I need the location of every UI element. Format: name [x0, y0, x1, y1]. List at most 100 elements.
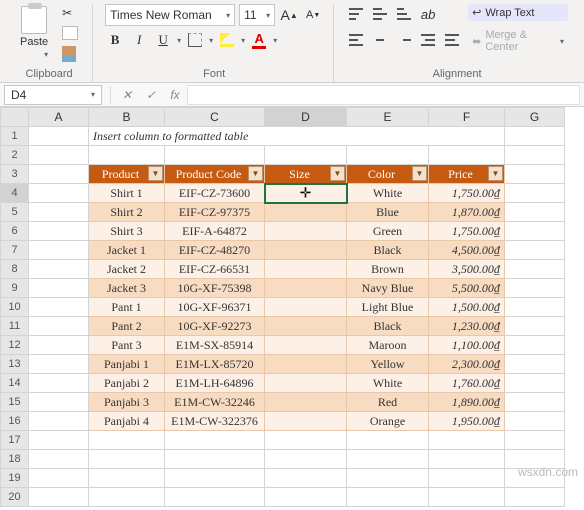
chevron-down-icon[interactable]: ▾ [209, 36, 213, 45]
merge-center-button[interactable]: ⬌ Merge & Center ▾ [468, 27, 568, 55]
cell[interactable] [89, 488, 165, 507]
code-cell[interactable]: E1M-CW-32246 [165, 393, 265, 412]
product-cell[interactable]: Shirt 3 [89, 222, 165, 241]
cell[interactable] [505, 203, 565, 222]
orientation-button[interactable]: ab [418, 4, 438, 24]
price-cell[interactable]: 1,750.00₫ [429, 184, 505, 203]
cell[interactable] [505, 317, 565, 336]
increase-font-button[interactable]: A▲ [279, 5, 299, 25]
align-bottom-button[interactable] [394, 4, 414, 24]
cell[interactable] [265, 469, 347, 488]
cell[interactable] [29, 393, 89, 412]
row-header[interactable]: 5 [1, 203, 29, 222]
cell[interactable] [505, 184, 565, 203]
code-cell[interactable]: EIF-CZ-48270 [165, 241, 265, 260]
fill-color-button[interactable] [217, 30, 237, 50]
col-header[interactable]: C [165, 108, 265, 127]
row-header[interactable]: 16 [1, 412, 29, 431]
product-cell[interactable]: Panjabi 2 [89, 374, 165, 393]
size-cell[interactable] [265, 279, 347, 298]
cell[interactable] [505, 222, 565, 241]
cell[interactable] [505, 298, 565, 317]
code-cell[interactable]: 10G-XF-75398 [165, 279, 265, 298]
cell[interactable] [29, 260, 89, 279]
cell[interactable] [165, 469, 265, 488]
cell[interactable] [165, 488, 265, 507]
color-cell[interactable]: Orange [347, 412, 429, 431]
row-header[interactable]: 15 [1, 393, 29, 412]
cell[interactable] [29, 431, 89, 450]
product-cell[interactable]: Panjabi 1 [89, 355, 165, 374]
cell[interactable] [89, 146, 165, 165]
cell[interactable] [429, 450, 505, 469]
code-cell[interactable]: EIF-CZ-66531 [165, 260, 265, 279]
filter-button[interactable]: ▼ [248, 166, 263, 181]
col-header[interactable]: A [29, 108, 89, 127]
size-cell[interactable] [265, 336, 347, 355]
price-cell[interactable]: 1,750.00₫ [429, 222, 505, 241]
enter-button[interactable]: ✓ [139, 88, 163, 102]
code-cell[interactable]: 10G-XF-92273 [165, 317, 265, 336]
cell[interactable] [505, 336, 565, 355]
color-cell[interactable]: Green [347, 222, 429, 241]
color-cell[interactable]: Light Blue [347, 298, 429, 317]
row-header[interactable]: 6 [1, 222, 29, 241]
col-header[interactable]: B [89, 108, 165, 127]
align-top-button[interactable] [346, 4, 366, 24]
cell[interactable] [505, 146, 565, 165]
cell[interactable] [265, 488, 347, 507]
border-button[interactable] [185, 30, 205, 50]
cancel-button[interactable]: ✕ [115, 88, 139, 102]
price-cell[interactable]: 5,500.00₫ [429, 279, 505, 298]
code-cell[interactable]: EIF-A-64872 [165, 222, 265, 241]
product-cell[interactable]: Shirt 2 [89, 203, 165, 222]
size-cell[interactable] [265, 203, 347, 222]
row-header[interactable]: 12 [1, 336, 29, 355]
color-cell[interactable]: Red [347, 393, 429, 412]
code-cell[interactable]: E1M-SX-85914 [165, 336, 265, 355]
cell[interactable] [165, 431, 265, 450]
table-header-product[interactable]: Product▼ [89, 165, 165, 184]
filter-button[interactable]: ▼ [148, 166, 163, 181]
chevron-down-icon[interactable]: ▾ [177, 36, 181, 45]
row-header[interactable]: 2 [1, 146, 29, 165]
table-header-product-code[interactable]: Product Code▼ [165, 165, 265, 184]
cell[interactable] [505, 127, 565, 146]
size-cell[interactable] [265, 374, 347, 393]
subtitle-cell[interactable]: Insert column to formatted table [89, 127, 505, 146]
row-header[interactable]: 10 [1, 298, 29, 317]
size-cell[interactable]: ✛ [265, 184, 347, 203]
size-cell[interactable] [265, 412, 347, 431]
row-header[interactable]: 13 [1, 355, 29, 374]
fx-button[interactable]: fx [163, 88, 187, 102]
code-cell[interactable]: E1M-LX-85720 [165, 355, 265, 374]
price-cell[interactable]: 1,870.00₫ [429, 203, 505, 222]
copy-button[interactable] [58, 24, 82, 42]
size-cell[interactable] [265, 298, 347, 317]
grid[interactable]: A B C D E F G 1Insert column to formatte… [0, 107, 565, 507]
row-header[interactable]: 18 [1, 450, 29, 469]
cell[interactable] [505, 374, 565, 393]
price-cell[interactable]: 1,890.00₫ [429, 393, 505, 412]
format-painter-button[interactable] [58, 44, 82, 64]
cell[interactable] [505, 355, 565, 374]
row-header[interactable]: 8 [1, 260, 29, 279]
cell[interactable] [505, 393, 565, 412]
cell[interactable] [29, 298, 89, 317]
row-header[interactable]: 17 [1, 431, 29, 450]
row-header[interactable]: 1 [1, 127, 29, 146]
cell[interactable] [265, 450, 347, 469]
cell[interactable] [347, 450, 429, 469]
italic-button[interactable]: I [129, 30, 149, 50]
cell[interactable] [89, 469, 165, 488]
product-cell[interactable]: Panjabi 4 [89, 412, 165, 431]
cell[interactable] [29, 336, 89, 355]
color-cell[interactable]: Yellow [347, 355, 429, 374]
align-right-button[interactable] [394, 30, 414, 50]
cell[interactable] [29, 146, 89, 165]
cell[interactable] [29, 127, 89, 146]
price-cell[interactable]: 2,300.00₫ [429, 355, 505, 374]
row-header[interactable]: 9 [1, 279, 29, 298]
product-cell[interactable]: Panjabi 3 [89, 393, 165, 412]
size-cell[interactable] [265, 355, 347, 374]
